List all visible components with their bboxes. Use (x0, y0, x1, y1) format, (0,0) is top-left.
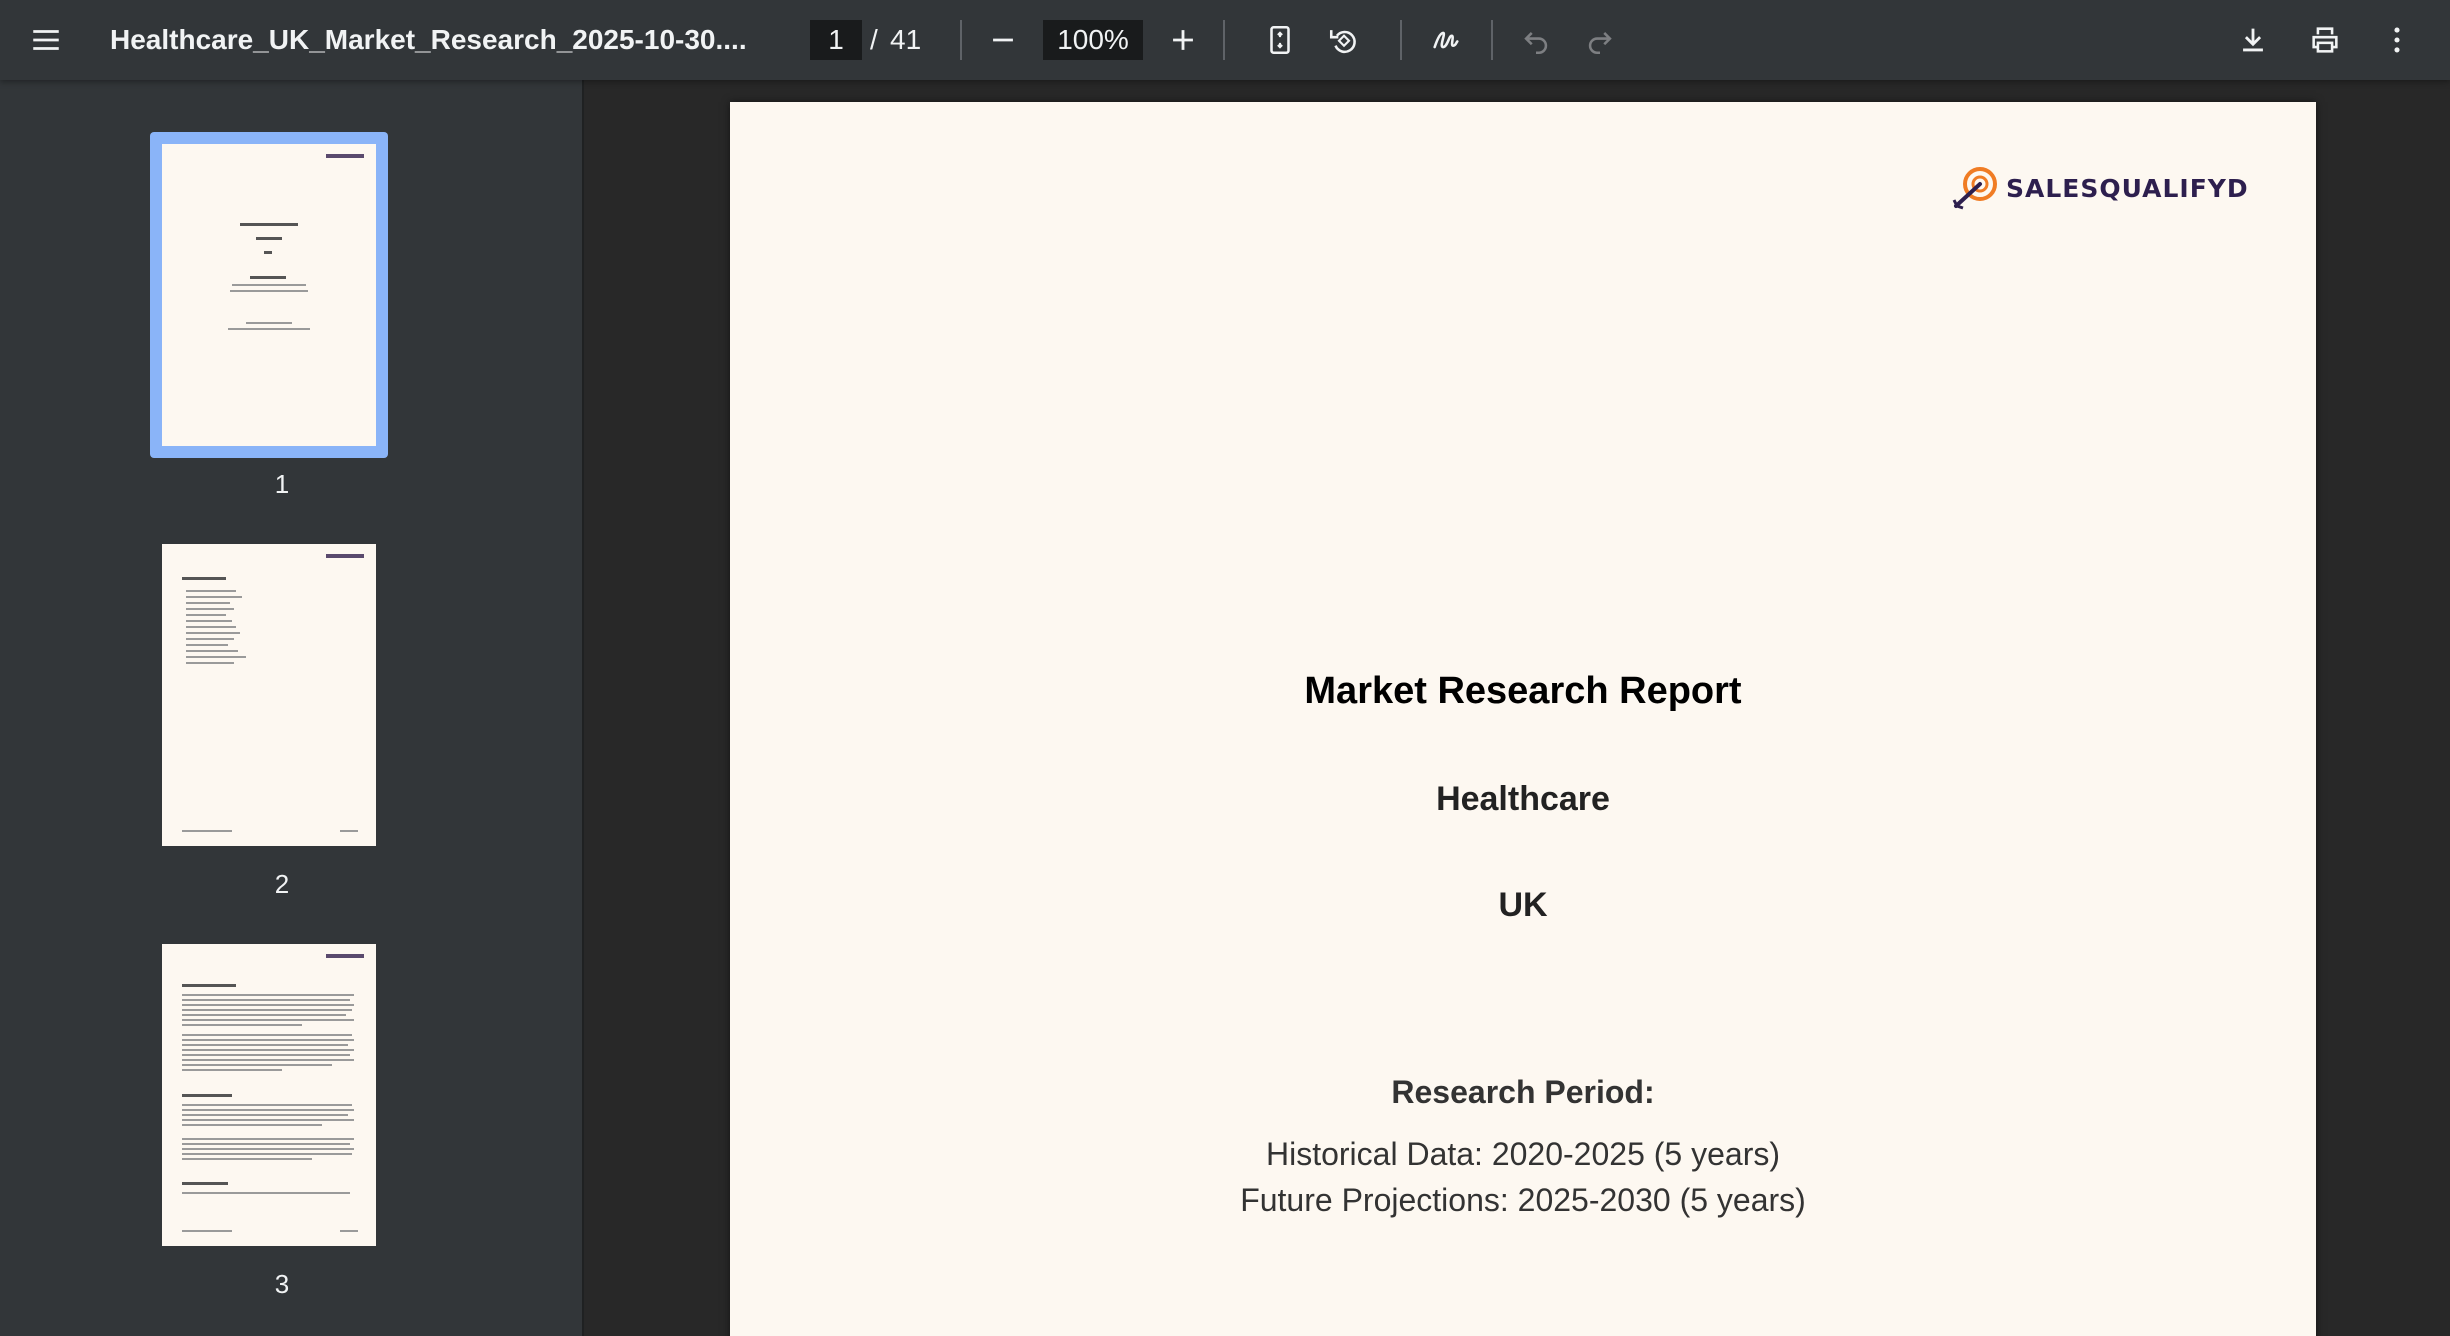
target-arrow-icon (1952, 167, 1997, 210)
report-title: Market Research Report (1304, 670, 1742, 712)
document-title: Healthcare_UK_Market_Research_2025-10-30… (110, 24, 747, 55)
pdf-toolbar: Healthcare_UK_Market_Research_2025-10-30… (0, 0, 2450, 80)
rotate-icon[interactable] (1316, 12, 1372, 68)
print-icon[interactable] (2297, 12, 2353, 68)
more-vert-icon[interactable] (2369, 12, 2425, 68)
toolbar-divider (1491, 20, 1493, 60)
annotate-icon[interactable] (1418, 12, 1474, 68)
minus-icon[interactable] (975, 12, 1031, 68)
toolbar-divider (1400, 20, 1402, 60)
menu-icon[interactable] (18, 12, 74, 68)
page-separator: / (870, 24, 878, 55)
page-number-input[interactable] (810, 20, 862, 60)
download-icon[interactable] (2225, 12, 2281, 68)
region-heading: UK (1498, 886, 1548, 924)
industry-heading: Healthcare (1436, 780, 1610, 818)
thumbnail-image (162, 944, 376, 1246)
toolbar-divider (960, 20, 962, 60)
historical-data-text: Historical Data: 2020-2025 (5 years) (1265, 1136, 1780, 1172)
future-projections-text: Future Projections: 2025-2030 (5 years) (1240, 1182, 1806, 1218)
total-pages: 41 (890, 24, 922, 55)
toolbar-divider (1223, 20, 1225, 60)
thumbnail-number: 2 (274, 869, 290, 899)
thumbnail-image (162, 544, 376, 846)
pdf-page: SALESQUALIFYD Market Research Report Hea… (730, 102, 2316, 1336)
thumbnail-number: 1 (274, 469, 290, 499)
undo-icon[interactable] (1508, 12, 1564, 68)
company-logo: SALESQUALIFYD (1950, 164, 2249, 212)
logo-text: SALESQUALIFYD (2006, 173, 2249, 203)
fit-page-icon[interactable] (1252, 12, 1308, 68)
zoom-level-input[interactable] (1043, 20, 1143, 60)
document-viewer[interactable]: SALESQUALIFYD Market Research Report Hea… (584, 80, 2450, 1336)
thumbnail-sidebar: 1 2 3 (0, 80, 584, 1336)
thumbnail-number: 3 (274, 1269, 290, 1299)
research-period-heading: Research Period: (1391, 1074, 1655, 1110)
plus-icon[interactable] (1155, 12, 1211, 68)
redo-icon[interactable] (1572, 12, 1628, 68)
thumbnail-image (162, 144, 376, 446)
